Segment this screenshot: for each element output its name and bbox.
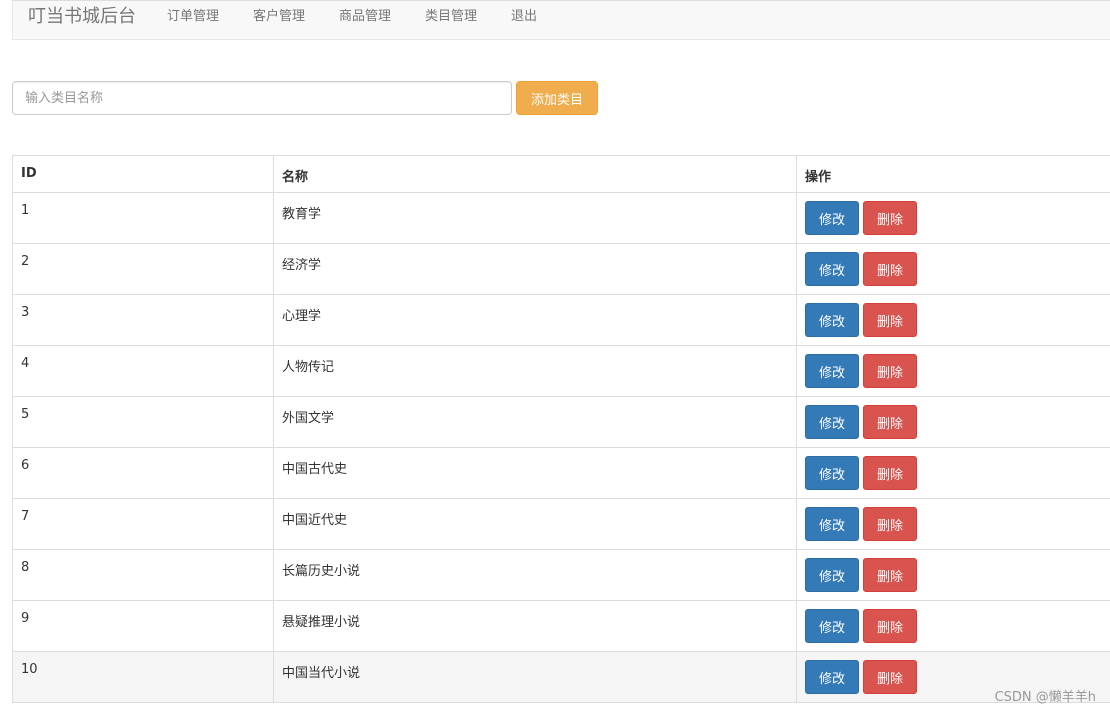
edit-button[interactable]: 修改 <box>805 405 859 439</box>
delete-button[interactable]: 删除 <box>863 609 917 643</box>
nav-item-orders[interactable]: 订单管理 <box>167 7 219 27</box>
table-row: 6 中国古代史 修改 删除 <box>12 447 1110 499</box>
navbar-brand[interactable]: 叮当书城后台 <box>28 5 136 29</box>
table-row: 1 教育学 修改 删除 <box>12 192 1110 244</box>
table-header-row: ID 名称 操作 <box>12 155 1110 193</box>
edit-button[interactable]: 修改 <box>805 660 859 694</box>
cell-name: 教育学 <box>273 192 797 244</box>
cell-actions: 修改 删除 <box>796 192 1110 244</box>
delete-button[interactable]: 删除 <box>863 558 917 592</box>
delete-button[interactable]: 删除 <box>863 252 917 286</box>
cell-name: 悬疑推理小说 <box>273 600 797 652</box>
cell-actions: 修改 删除 <box>796 447 1110 499</box>
edit-button[interactable]: 修改 <box>805 354 859 388</box>
delete-button[interactable]: 删除 <box>863 660 917 694</box>
cell-name: 人物传记 <box>273 345 797 397</box>
nav-item-logout[interactable]: 退出 <box>511 7 537 27</box>
edit-button[interactable]: 修改 <box>805 252 859 286</box>
watermark: CSDN @懒羊羊h <box>994 690 1096 705</box>
cell-actions: 修改 删除 <box>796 396 1110 448</box>
table-row: 10 中国当代小说 修改 删除 <box>12 651 1110 703</box>
cell-actions: 修改 删除 <box>796 243 1110 295</box>
cell-actions: 修改 删除 <box>796 498 1110 550</box>
cell-id: 6 <box>12 447 274 499</box>
edit-button[interactable]: 修改 <box>805 558 859 592</box>
cell-name: 中国古代史 <box>273 447 797 499</box>
delete-button[interactable]: 删除 <box>863 507 917 541</box>
cell-id: 10 <box>12 651 274 703</box>
edit-button[interactable]: 修改 <box>805 507 859 541</box>
delete-button[interactable]: 删除 <box>863 201 917 235</box>
category-name-input[interactable] <box>12 81 512 115</box>
cell-actions: 修改 删除 <box>796 549 1110 601</box>
cell-id: 2 <box>12 243 274 295</box>
edit-button[interactable]: 修改 <box>805 456 859 490</box>
cell-id: 4 <box>12 345 274 397</box>
table-row: 5 外国文学 修改 删除 <box>12 396 1110 448</box>
table-row: 2 经济学 修改 删除 <box>12 243 1110 295</box>
cell-id: 7 <box>12 498 274 550</box>
edit-button[interactable]: 修改 <box>805 201 859 235</box>
delete-button[interactable]: 删除 <box>863 354 917 388</box>
cell-name: 经济学 <box>273 243 797 295</box>
table-row: 4 人物传记 修改 删除 <box>12 345 1110 397</box>
edit-button[interactable]: 修改 <box>805 303 859 337</box>
delete-button[interactable]: 删除 <box>863 405 917 439</box>
top-navbar: 叮当书城后台 订单管理 客户管理 商品管理 类目管理 退出 <box>12 0 1110 40</box>
delete-button[interactable]: 删除 <box>863 456 917 490</box>
column-header-name: 名称 <box>273 155 797 193</box>
table-row: 9 悬疑推理小说 修改 删除 <box>12 600 1110 652</box>
cell-id: 1 <box>12 192 274 244</box>
nav-item-customers[interactable]: 客户管理 <box>253 7 305 27</box>
table-row: 3 心理学 修改 删除 <box>12 294 1110 346</box>
column-header-id: ID <box>12 155 274 193</box>
cell-name: 中国近代史 <box>273 498 797 550</box>
cell-name: 心理学 <box>273 294 797 346</box>
category-table: ID 名称 操作 1 教育学 修改 删除 2 经济学 修改 删除 3 心理学 修改删… <box>12 155 1110 703</box>
cell-name: 长篇历史小说 <box>273 549 797 601</box>
cell-actions: 修改 删除 <box>796 600 1110 652</box>
cell-id: 5 <box>12 396 274 448</box>
table-row: 8 长篇历史小说 修改 删除 <box>12 549 1110 601</box>
edit-button[interactable]: 修改 <box>805 609 859 643</box>
nav-item-categories[interactable]: 类目管理 <box>425 7 477 27</box>
cell-id: 9 <box>12 600 274 652</box>
cell-actions: 修改 删除 <box>796 294 1110 346</box>
cell-id: 3 <box>12 294 274 346</box>
nav-item-products[interactable]: 商品管理 <box>339 7 391 27</box>
cell-name: 外国文学 <box>273 396 797 448</box>
add-category-button[interactable]: 添加类目 <box>516 81 598 115</box>
cell-id: 8 <box>12 549 274 601</box>
cell-name: 中国当代小说 <box>273 651 797 703</box>
column-header-actions: 操作 <box>796 155 1110 193</box>
table-row: 7 中国近代史 修改 删除 <box>12 498 1110 550</box>
cell-actions: 修改 删除 <box>796 345 1110 397</box>
delete-button[interactable]: 删除 <box>863 303 917 337</box>
